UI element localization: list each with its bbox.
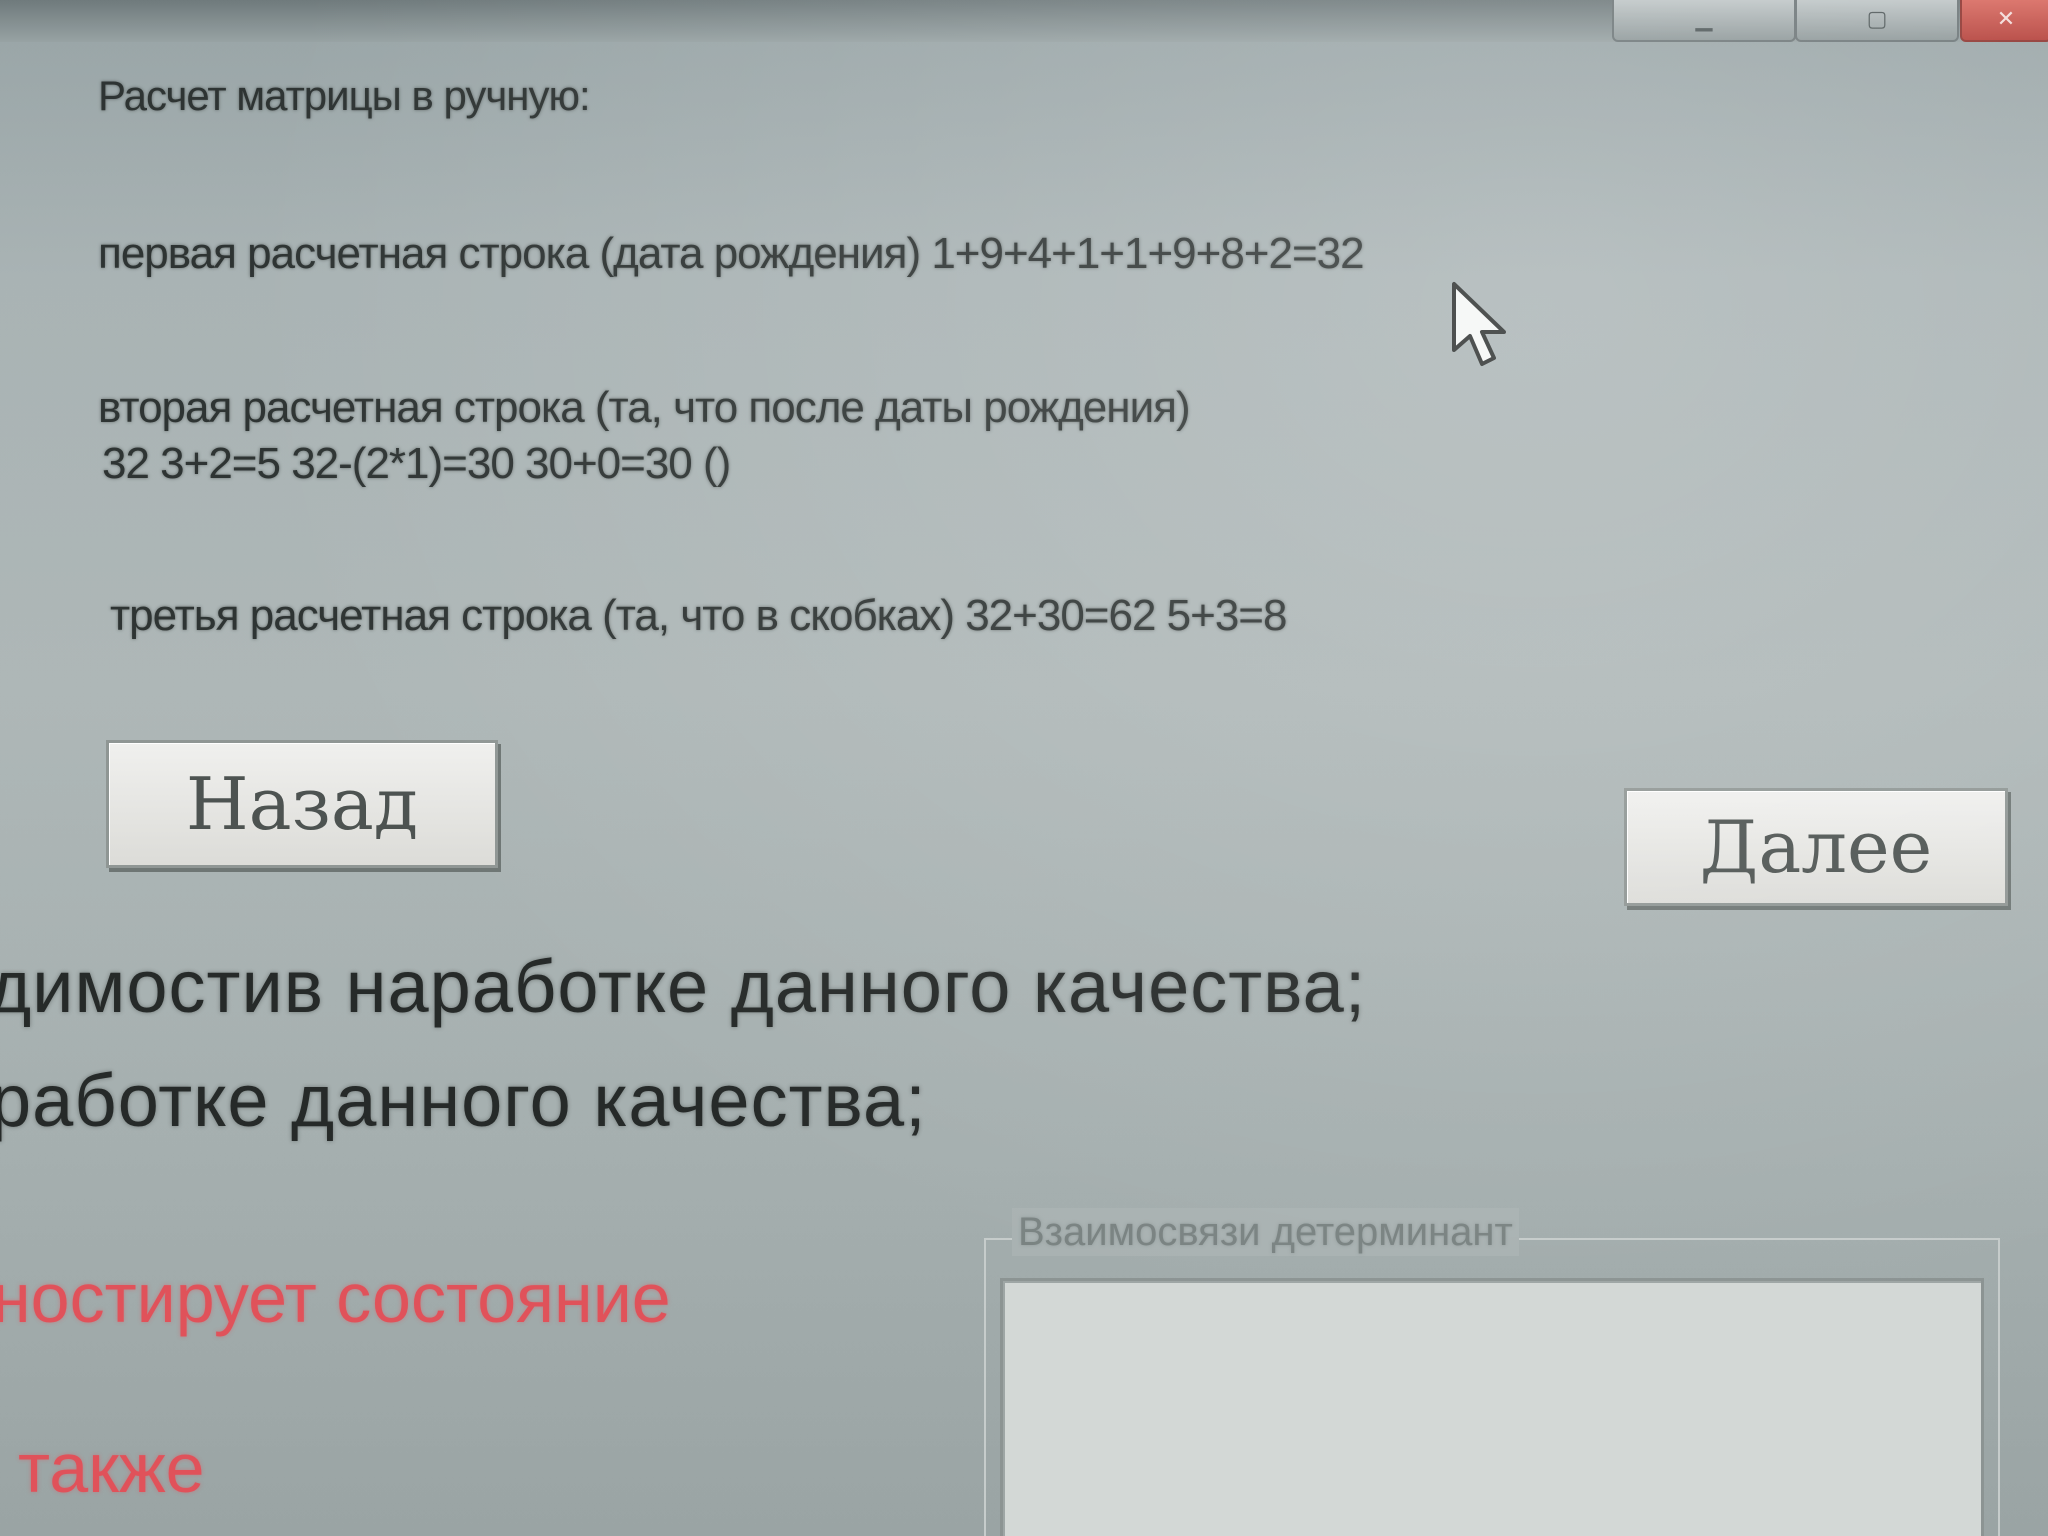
- determinants-groupbox-label: Взаимосвязи детерминант: [1012, 1208, 1519, 1256]
- calculation-row-2-values: 32 3+2=5 32-(2*1)=30 30+0=30 (): [102, 439, 731, 488]
- calculation-row-3: третья расчетная строка (та, что в скобк…: [110, 591, 1287, 640]
- document-text-line-1: димостив наработке данного качества;: [0, 945, 1367, 1028]
- calculation-row-1: первая расчетная строка (дата рождения) …: [98, 229, 1365, 278]
- calculation-heading: Расчет матрицы в ручную:: [98, 72, 591, 119]
- back-button[interactable]: Назад: [106, 740, 498, 868]
- close-icon: ✕: [1996, 6, 2016, 31]
- determinants-textarea[interactable]: [1000, 1278, 1984, 1536]
- maximize-icon: ▢: [1866, 6, 1888, 31]
- minimize-button[interactable]: ▁: [1612, 0, 1796, 42]
- minimize-icon: ▁: [1695, 6, 1713, 31]
- close-button[interactable]: ✕: [1960, 0, 2048, 42]
- calculation-row-2-title: вторая расчетная строка (та, что после д…: [98, 383, 1191, 432]
- next-button[interactable]: Далее: [1624, 788, 2008, 906]
- document-red-text-line-2: также: [18, 1429, 205, 1507]
- document-text-line-2: работке данного качества;: [0, 1059, 927, 1142]
- mouse-pointer-icon: [1452, 282, 1506, 366]
- document-red-text-line-1: ностирует состояние: [0, 1259, 671, 1337]
- maximize-button[interactable]: ▢: [1795, 0, 1959, 42]
